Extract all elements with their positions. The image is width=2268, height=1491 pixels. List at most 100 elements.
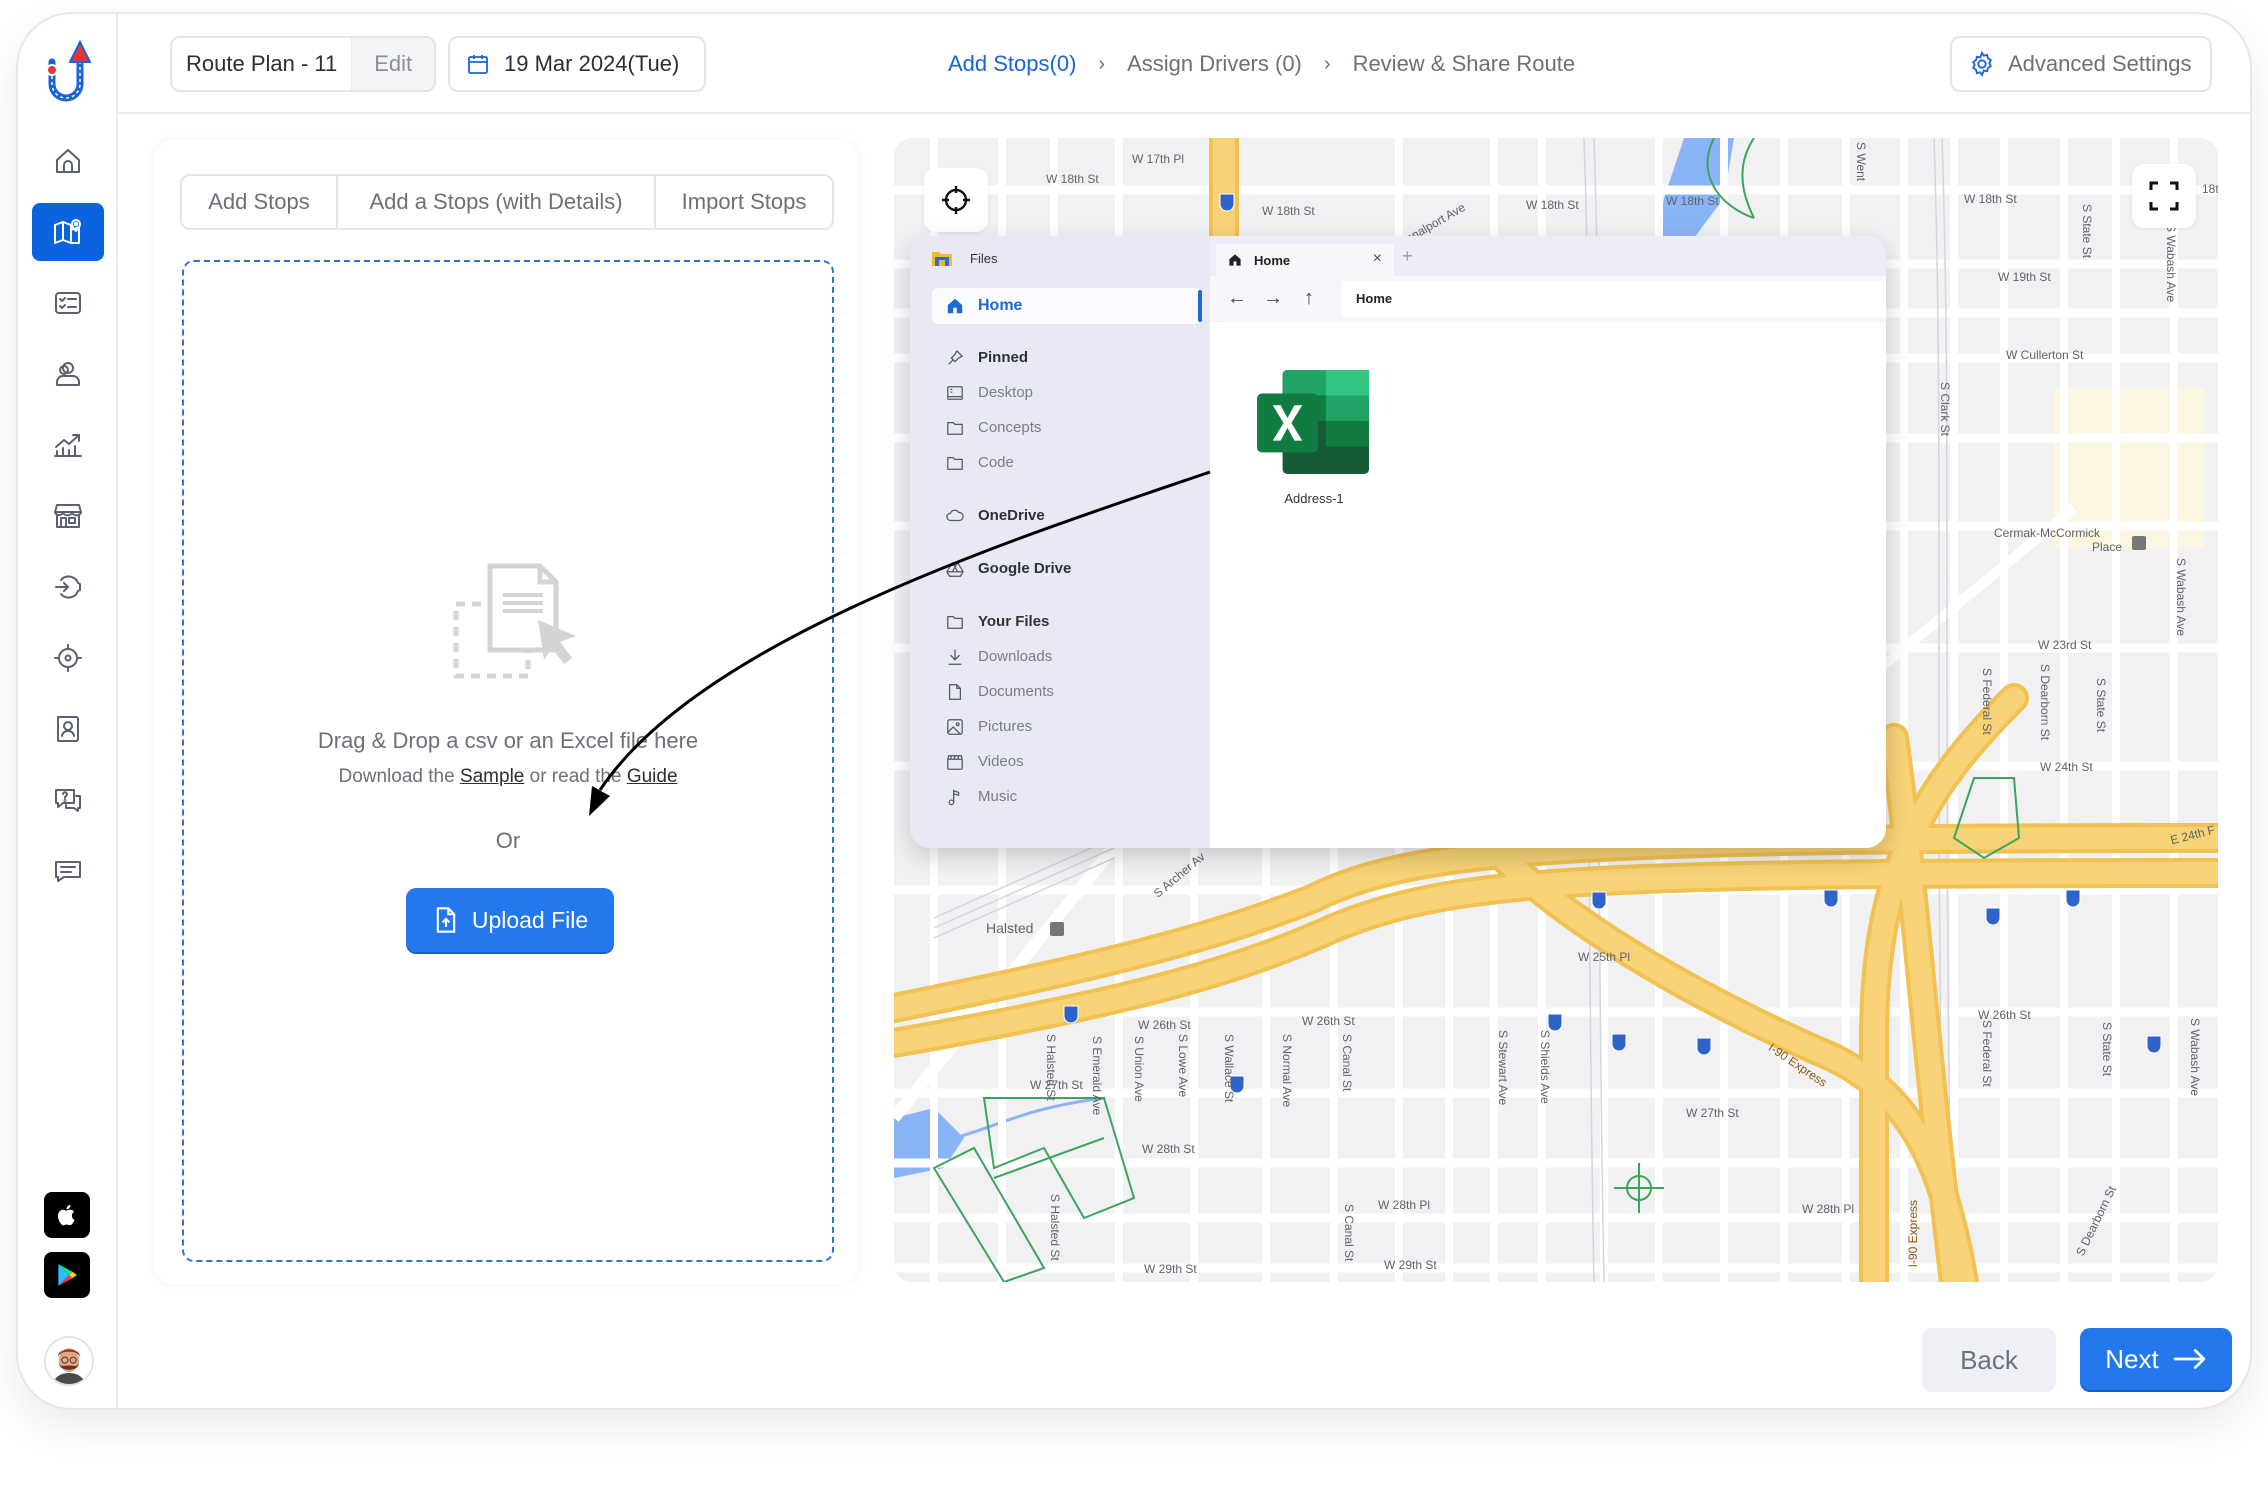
chevron-right-icon: › bbox=[1098, 52, 1106, 75]
explorer-nav-videos[interactable]: Videos bbox=[932, 744, 1202, 779]
new-tab-icon[interactable]: + bbox=[1402, 246, 1413, 267]
explorer-nav-label: OneDrive bbox=[978, 507, 1045, 524]
map-label: S Normal Ave bbox=[1280, 1034, 1294, 1108]
explorer-tab-label: Home bbox=[1254, 252, 1291, 268]
next-button[interactable]: Next bbox=[2080, 1328, 2232, 1390]
map-label: S Wallace St bbox=[1222, 1034, 1236, 1103]
map-label: Cermak-McCormick bbox=[1994, 526, 2100, 540]
route-date-picker[interactable]: 19 Mar 2024(Tue) bbox=[448, 36, 706, 92]
fullscreen-button[interactable] bbox=[2132, 164, 2196, 228]
excel-file-name: Address-1 bbox=[1284, 491, 1344, 506]
file-explorer-window: Files Home Pinned Desktop Concepts Code bbox=[910, 236, 1886, 848]
explorer-nav-pinned[interactable]: Pinned bbox=[932, 340, 1202, 375]
contact-book-icon bbox=[57, 716, 79, 742]
pin-icon bbox=[948, 349, 964, 365]
sidebar-item-tasks[interactable] bbox=[32, 274, 104, 332]
explorer-nav-onedrive[interactable]: OneDrive bbox=[932, 498, 1202, 533]
gear-icon bbox=[1972, 50, 1992, 78]
explorer-nav-music[interactable]: Music bbox=[932, 779, 1202, 814]
explorer-nav-label: Desktop bbox=[978, 384, 1034, 401]
map-label: S Canal St bbox=[1342, 1204, 1356, 1262]
map-label: W 18th St bbox=[1526, 198, 1579, 212]
map-label: S Emerald Ave bbox=[1090, 1036, 1104, 1116]
sidebar-item-contacts[interactable] bbox=[32, 700, 104, 758]
advanced-settings-button[interactable]: Advanced Settings bbox=[1950, 36, 2212, 92]
app-logo[interactable] bbox=[40, 36, 92, 106]
map-pin-icon bbox=[54, 219, 81, 244]
step-add-stops[interactable]: Add Stops(0) bbox=[948, 51, 1076, 77]
step-review-share[interactable]: Review & Share Route bbox=[1353, 51, 1576, 77]
play-store-button[interactable] bbox=[44, 1252, 90, 1298]
sidebar-item-integrations[interactable] bbox=[32, 558, 104, 616]
sidebar-item-store[interactable] bbox=[32, 487, 104, 545]
map-label: W 18th St bbox=[1046, 172, 1099, 186]
sidebar-item-tracking[interactable] bbox=[32, 629, 104, 687]
explorer-tab-home[interactable]: Home × bbox=[1216, 244, 1394, 276]
cloud-icon bbox=[946, 509, 964, 521]
explorer-nav-documents[interactable]: Documents bbox=[932, 674, 1202, 709]
explorer-nav-home[interactable]: Home bbox=[932, 288, 1202, 324]
map-label: W 18th St bbox=[1666, 194, 1719, 208]
sidebar-item-analytics[interactable] bbox=[32, 416, 104, 474]
up-arrow-icon[interactable]: ↑ bbox=[1298, 287, 1320, 310]
map-label: S Halsted St bbox=[1048, 1194, 1062, 1261]
close-tab-icon[interactable]: × bbox=[1373, 250, 1382, 268]
back-button[interactable]: Back bbox=[1922, 1328, 2056, 1392]
sidebar-item-drivers[interactable] bbox=[32, 345, 104, 403]
explorer-nav-label: Code bbox=[978, 454, 1014, 471]
map-label: S Dearborn St bbox=[2038, 664, 2052, 741]
file-upload-icon bbox=[436, 907, 456, 933]
map-label-halsted-station: Halsted bbox=[986, 920, 1034, 936]
home-icon bbox=[947, 298, 963, 314]
map-label: W 24th St bbox=[2040, 760, 2093, 774]
tab-add-stops[interactable]: Add Stops bbox=[182, 176, 338, 228]
tab-import-stops[interactable]: Import Stops bbox=[656, 176, 832, 228]
map-label: W 28th Pl bbox=[1802, 1202, 1855, 1216]
explorer-nav-desktop[interactable]: Desktop bbox=[932, 375, 1202, 410]
dropzone-help-text: Download the Sample or read the Guide bbox=[184, 766, 832, 788]
advanced-settings-label: Advanced Settings bbox=[2008, 51, 2192, 76]
explorer-nav-your-files[interactable]: Your Files bbox=[932, 604, 1202, 639]
map-label: S Shields Ave bbox=[1538, 1030, 1552, 1104]
map-label: W 19th St bbox=[1998, 270, 2051, 284]
explorer-toolbar: ← → ↑ Home bbox=[1210, 276, 1886, 322]
forward-arrow-icon[interactable]: → bbox=[1262, 287, 1284, 310]
user-avatar[interactable] bbox=[44, 1336, 94, 1386]
explorer-address-bar[interactable]: Home bbox=[1342, 280, 1886, 317]
file-dropzone[interactable]: Drag & Drop a csv or an Excel file here … bbox=[182, 260, 834, 1262]
map-label: W 25th Pl bbox=[1578, 950, 1631, 964]
sidebar-item-home[interactable] bbox=[32, 132, 104, 190]
explorer-nav-concepts[interactable]: Concepts bbox=[932, 410, 1202, 445]
help-chat-icon bbox=[55, 789, 81, 812]
home-icon bbox=[1229, 254, 1241, 266]
excel-file-item[interactable]: Address-1 bbox=[1244, 368, 1384, 506]
download-sample-link[interactable]: Sample bbox=[460, 766, 524, 787]
target-icon bbox=[54, 644, 82, 672]
map-label: W 26th St bbox=[1302, 1014, 1355, 1028]
excel-file-icon bbox=[1257, 369, 1369, 475]
explorer-nav-label: Home bbox=[978, 297, 1023, 314]
explorer-nav-google-drive[interactable]: Google Drive bbox=[932, 551, 1202, 586]
map-label: W 27th St bbox=[1686, 1106, 1739, 1120]
map-label: W 17th Pl bbox=[1132, 152, 1185, 166]
explorer-nav-code[interactable]: Code bbox=[932, 445, 1202, 480]
edit-plan-name-button[interactable]: Edit bbox=[351, 38, 435, 90]
step-assign-drivers[interactable]: Assign Drivers (0) bbox=[1127, 51, 1302, 77]
read-guide-link[interactable]: Guide bbox=[627, 766, 678, 787]
back-arrow-icon[interactable]: ← bbox=[1226, 287, 1248, 310]
sidebar-item-route-plan[interactable] bbox=[32, 203, 104, 261]
stops-panel: Add Stops Add a Stops (with Details) Imp… bbox=[154, 140, 858, 1284]
sidebar bbox=[18, 14, 118, 1408]
sidebar-item-help[interactable] bbox=[32, 771, 104, 829]
upload-file-button[interactable]: Upload File bbox=[406, 888, 614, 952]
locate-me-button[interactable] bbox=[924, 168, 988, 232]
explorer-nav-label: Concepts bbox=[978, 419, 1042, 436]
map-label: S State St bbox=[2094, 678, 2108, 733]
top-bar: Route Plan - 11 Edit 19 Mar 2024(Tue) Ad… bbox=[118, 14, 2250, 114]
explorer-nav-pictures[interactable]: Pictures bbox=[932, 709, 1202, 744]
app-store-button[interactable] bbox=[44, 1192, 90, 1238]
sidebar-item-messages[interactable] bbox=[32, 842, 104, 900]
route-plan-name: Route Plan - 11 bbox=[186, 51, 338, 76]
tab-add-stops-details[interactable]: Add a Stops (with Details) bbox=[338, 176, 656, 228]
explorer-nav-downloads[interactable]: Downloads bbox=[932, 639, 1202, 674]
